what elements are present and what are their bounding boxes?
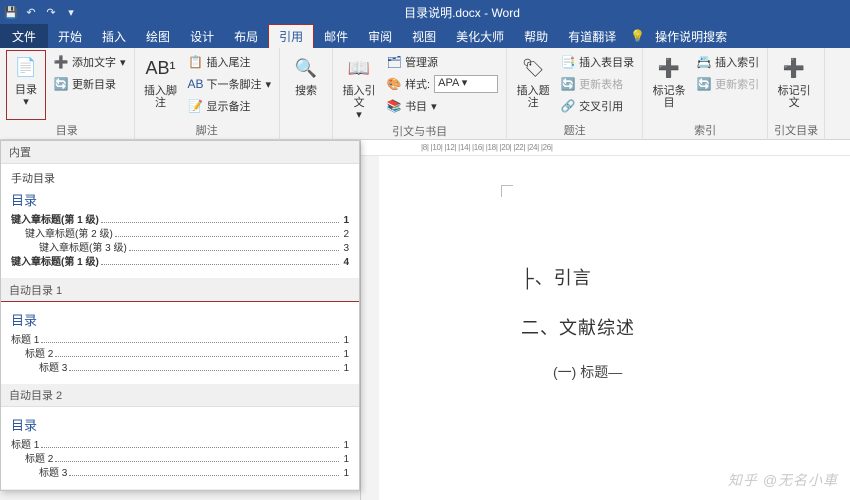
insert-citation-button[interactable]: 📖 插入引文▾ xyxy=(339,50,379,121)
document-area: |8| |10| |12| |14| |16| |18| |20| |22| |… xyxy=(360,140,850,500)
ruler-horizontal[interactable]: |8| |10| |12| |14| |16| |18| |20| |22| |… xyxy=(361,140,850,156)
toc-line: 标题 21 xyxy=(11,453,349,467)
toc-icon: 📄 xyxy=(12,53,40,81)
manage-sources-button[interactable]: 🗂管理源 xyxy=(385,52,500,72)
citation-icon: 📖 xyxy=(345,54,373,82)
toc-line: 标题 11 xyxy=(11,439,349,453)
tof-icon: 📑 xyxy=(561,55,575,69)
cross-reference-button[interactable]: 🔗交叉引用 xyxy=(559,96,636,116)
group-toc: 📄 目录▾ ➕添加文字 ▾ 🔄更新目录 目录 xyxy=(0,48,135,140)
tab-review[interactable]: 审阅 xyxy=(358,24,402,48)
mark-citation-button[interactable]: ➕ 标记引文 xyxy=(774,50,814,120)
bulb-icon: 💡 xyxy=(630,29,645,43)
gallery-header-builtin: 内置 xyxy=(1,141,359,164)
toc-line: 键入章标题(第 1 级)4 xyxy=(11,256,349,270)
update-tof-button: 🔄更新表格 xyxy=(559,74,636,94)
tab-design[interactable]: 设计 xyxy=(180,24,224,48)
endnote-icon: 📋 xyxy=(189,55,203,69)
watermark: 知乎 @无名小車 xyxy=(728,470,838,490)
citation-style-combo[interactable]: APA ▾ xyxy=(434,75,498,93)
heading-2[interactable]: (一) 标题— xyxy=(553,362,811,382)
group-citation: 📖 插入引文▾ 🗂管理源 🎨 样式: APA ▾ 📚书目 ▾ 引文与书目 xyxy=(333,48,507,140)
biblio-icon: 📚 xyxy=(387,99,401,113)
ribbon: 📄 目录▾ ➕添加文字 ▾ 🔄更新目录 目录 AB¹ 插入脚注 📋插入尾注 AB… xyxy=(0,48,850,140)
undo-icon[interactable]: ↶ xyxy=(24,5,38,19)
crop-mark xyxy=(501,185,513,197)
heading-1[interactable]: ├、引言 xyxy=(521,264,811,290)
tab-layout[interactable]: 布局 xyxy=(224,24,268,48)
ribbon-tabs: 文件 开始 插入 绘图 设计 布局 引用 邮件 审阅 视图 美化大师 帮助 有道… xyxy=(0,24,850,48)
insert-endnote-button[interactable]: 📋插入尾注 xyxy=(187,52,274,72)
add-text-button[interactable]: ➕添加文字 ▾ xyxy=(52,52,128,72)
footnote-icon: AB¹ xyxy=(147,54,175,82)
search-icon: 🔍 xyxy=(292,54,320,82)
search-button[interactable]: 🔍 搜索 xyxy=(286,50,326,124)
update-toc-button[interactable]: 🔄更新目录 xyxy=(52,74,128,94)
group-toa: ➕ 标记引文 引文目录 xyxy=(768,48,825,140)
style-icon: 🎨 xyxy=(387,77,401,91)
toc-line: 标题 11 xyxy=(11,334,349,348)
window-title: 目录说明.docx - Word xyxy=(78,4,846,21)
page[interactable]: ├、引言 二、文献综述 (一) 标题— xyxy=(461,200,841,382)
toc-gallery: 内置 手动目录 目录 键入章标题(第 1 级)1键入章标题(第 2 级)2键入章… xyxy=(0,140,360,491)
toc-button[interactable]: 📄 目录▾ xyxy=(6,50,46,120)
mark-entry-button[interactable]: ➕ 标记条目 xyxy=(649,50,689,120)
insert-tof-button[interactable]: 📑插入表目录 xyxy=(559,52,636,72)
toc-template-auto2-label: 自动目录 2 xyxy=(1,384,359,407)
group-search: 🔍 搜索 xyxy=(280,48,333,140)
tab-youdao[interactable]: 有道翻译 xyxy=(558,24,626,48)
plus-icon: ➕ xyxy=(54,55,68,69)
xref-icon: 🔗 xyxy=(561,99,575,113)
mark-icon: ➕ xyxy=(655,54,683,82)
group-caption: 🏷 插入题注 📑插入表目录 🔄更新表格 🔗交叉引用 题注 xyxy=(507,48,643,140)
tell-me[interactable]: 操作说明搜索 xyxy=(645,24,737,48)
tab-view[interactable]: 视图 xyxy=(402,24,446,48)
insert-index-button[interactable]: 📇插入索引 xyxy=(695,52,761,72)
index-icon: 📇 xyxy=(697,55,711,69)
tab-help[interactable]: 帮助 xyxy=(514,24,558,48)
toc-template-auto2[interactable]: 目录 标题 11标题 21标题 31 xyxy=(1,407,359,490)
tab-file[interactable]: 文件 xyxy=(0,24,48,48)
ruler-vertical[interactable] xyxy=(361,156,379,500)
tab-references[interactable]: 引用 xyxy=(268,24,314,48)
quick-access-toolbar: 💾 ↶ ↷ ▾ xyxy=(4,5,78,19)
title-bar: 💾 ↶ ↷ ▾ 目录说明.docx - Word xyxy=(0,0,850,24)
caption-icon: 🏷 xyxy=(519,54,547,82)
refresh-icon: 🔄 xyxy=(54,77,68,91)
toc-line: 键入章标题(第 2 级)2 xyxy=(11,228,349,242)
toc-line: 键入章标题(第 3 级)3 xyxy=(11,242,349,256)
note-icon: 📝 xyxy=(189,99,203,113)
toc-template-auto1[interactable]: 目录 标题 11标题 21标题 31 xyxy=(0,301,360,385)
toc-template-auto1-label: 自动目录 1 xyxy=(1,279,359,302)
mark2-icon: ➕ xyxy=(780,54,808,82)
toc-template-manual[interactable]: 手动目录 目录 键入章标题(第 1 级)1键入章标题(第 2 级)2键入章标题(… xyxy=(1,164,359,279)
toc-line: 标题 31 xyxy=(11,467,349,481)
tab-mail[interactable]: 邮件 xyxy=(314,24,358,48)
next-footnote-button[interactable]: AB下一条脚注 ▾ xyxy=(187,74,274,94)
save-icon[interactable]: 💾 xyxy=(4,5,18,19)
update-index-button: 🔄更新索引 xyxy=(695,74,761,94)
tab-insert[interactable]: 插入 xyxy=(92,24,136,48)
tab-beautify[interactable]: 美化大师 xyxy=(446,24,514,48)
toc-line: 标题 31 xyxy=(11,362,349,376)
insert-caption-button[interactable]: 🏷 插入题注 xyxy=(513,50,553,120)
redo-icon[interactable]: ↷ xyxy=(44,5,58,19)
toc-line: 键入章标题(第 1 级)1 xyxy=(11,214,349,228)
heading-1[interactable]: 二、文献综述 xyxy=(521,314,811,340)
insert-footnote-button[interactable]: AB¹ 插入脚注 xyxy=(141,50,181,120)
tab-draw[interactable]: 绘图 xyxy=(136,24,180,48)
citation-style-row: 🎨 样式: APA ▾ xyxy=(385,74,500,94)
group-index: ➕ 标记条目 📇插入索引 🔄更新索引 索引 xyxy=(643,48,768,140)
toc-line: 标题 21 xyxy=(11,348,349,362)
qat-customize-icon[interactable]: ▾ xyxy=(64,5,78,19)
show-notes-button[interactable]: 📝显示备注 xyxy=(187,96,274,116)
group-footnote: AB¹ 插入脚注 📋插入尾注 AB下一条脚注 ▾ 📝显示备注 脚注 xyxy=(135,48,281,140)
bibliography-button[interactable]: 📚书目 ▾ xyxy=(385,96,500,116)
tab-home[interactable]: 开始 xyxy=(48,24,92,48)
manage-icon: 🗂 xyxy=(387,55,401,69)
